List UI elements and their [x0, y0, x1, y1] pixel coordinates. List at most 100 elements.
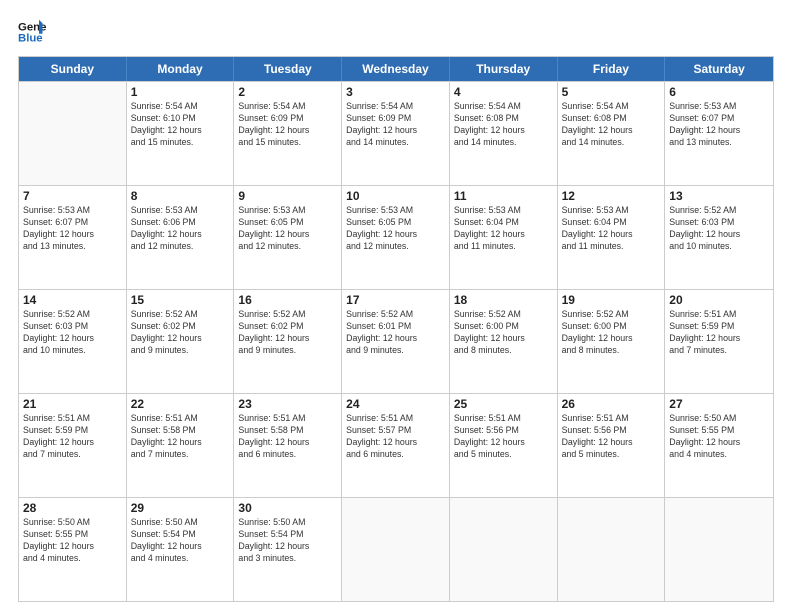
cal-cell: 22 Sunrise: 5:51 AM Sunset: 5:58 PM Dayli… — [127, 394, 235, 497]
day-number: 22 — [131, 397, 230, 411]
day-info: Sunrise: 5:52 AM Sunset: 6:02 PM Dayligh… — [131, 309, 230, 357]
day-header-tuesday: Tuesday — [234, 57, 342, 81]
day-number: 5 — [562, 85, 661, 99]
day-number: 4 — [454, 85, 553, 99]
week-row-3: 14 Sunrise: 5:52 AM Sunset: 6:03 PM Dayli… — [19, 289, 773, 393]
cal-cell: 12 Sunrise: 5:53 AM Sunset: 6:04 PM Dayli… — [558, 186, 666, 289]
cal-cell: 30 Sunrise: 5:50 AM Sunset: 5:54 PM Dayli… — [234, 498, 342, 601]
day-info: Sunrise: 5:52 AM Sunset: 6:00 PM Dayligh… — [454, 309, 553, 357]
calendar-body: 1 Sunrise: 5:54 AM Sunset: 6:10 PM Daylig… — [19, 81, 773, 601]
day-info: Sunrise: 5:51 AM Sunset: 5:57 PM Dayligh… — [346, 413, 445, 461]
cal-cell: 19 Sunrise: 5:52 AM Sunset: 6:00 PM Dayli… — [558, 290, 666, 393]
day-number: 26 — [562, 397, 661, 411]
cal-cell: 7 Sunrise: 5:53 AM Sunset: 6:07 PM Daylig… — [19, 186, 127, 289]
day-info: Sunrise: 5:51 AM Sunset: 5:59 PM Dayligh… — [669, 309, 769, 357]
day-info: Sunrise: 5:50 AM Sunset: 5:54 PM Dayligh… — [238, 517, 337, 565]
cal-cell: 17 Sunrise: 5:52 AM Sunset: 6:01 PM Dayli… — [342, 290, 450, 393]
cal-cell: 15Sunrise: 5:52 AM Sunset: 6:02 PM Dayli… — [127, 290, 235, 393]
day-info: Sunrise: 5:53 AM Sunset: 6:07 PM Dayligh… — [669, 101, 769, 149]
day-number: 29 — [131, 501, 230, 515]
day-number: 17 — [346, 293, 445, 307]
day-header-wednesday: Wednesday — [342, 57, 450, 81]
day-number: 3 — [346, 85, 445, 99]
day-info: Sunrise: 5:51 AM Sunset: 5:56 PM Dayligh… — [454, 413, 553, 461]
day-info: Sunrise: 5:51 AM Sunset: 5:58 PM Dayligh… — [131, 413, 230, 461]
day-info: Sunrise: 5:54 AM Sunset: 6:10 PM Dayligh… — [131, 101, 230, 149]
day-header-sunday: Sunday — [19, 57, 127, 81]
cal-cell: 21 Sunrise: 5:51 AM Sunset: 5:59 PM Dayli… — [19, 394, 127, 497]
day-number: 14 — [23, 293, 122, 307]
cal-cell: 11Sunrise: 5:53 AM Sunset: 6:04 PM Dayli… — [450, 186, 558, 289]
cal-cell: 5Sunrise: 5:54 AM Sunset: 6:08 PM Daylig… — [558, 82, 666, 185]
week-row-5: 28 Sunrise: 5:50 AM Sunset: 5:55 PM Dayli… — [19, 497, 773, 601]
day-info: Sunrise: 5:53 AM Sunset: 6:07 PM Dayligh… — [23, 205, 122, 253]
day-info: Sunrise: 5:52 AM Sunset: 6:03 PM Dayligh… — [23, 309, 122, 357]
day-info: Sunrise: 5:51 AM Sunset: 5:56 PM Dayligh… — [562, 413, 661, 461]
header: General Blue — [18, 18, 774, 46]
day-info: Sunrise: 5:54 AM Sunset: 6:09 PM Dayligh… — [238, 101, 337, 149]
day-number: 28 — [23, 501, 122, 515]
cal-cell — [558, 498, 666, 601]
cal-cell: 3 Sunrise: 5:54 AM Sunset: 6:09 PM Daylig… — [342, 82, 450, 185]
cal-cell: 23 Sunrise: 5:51 AM Sunset: 5:58 PM Dayli… — [234, 394, 342, 497]
cal-cell: 27 Sunrise: 5:50 AM Sunset: 5:55 PM Dayli… — [665, 394, 773, 497]
cal-cell — [450, 498, 558, 601]
day-info: Sunrise: 5:54 AM Sunset: 6:09 PM Dayligh… — [346, 101, 445, 149]
cal-cell: 24 Sunrise: 5:51 AM Sunset: 5:57 PM Dayli… — [342, 394, 450, 497]
day-info: Sunrise: 5:50 AM Sunset: 5:55 PM Dayligh… — [669, 413, 769, 461]
day-number: 18 — [454, 293, 553, 307]
day-number: 13 — [669, 189, 769, 203]
cal-cell: 28 Sunrise: 5:50 AM Sunset: 5:55 PM Dayli… — [19, 498, 127, 601]
logo: General Blue — [18, 18, 52, 46]
day-info: Sunrise: 5:51 AM Sunset: 5:59 PM Dayligh… — [23, 413, 122, 461]
cal-cell: 9 Sunrise: 5:53 AM Sunset: 6:05 PM Daylig… — [234, 186, 342, 289]
day-number: 11 — [454, 189, 553, 203]
day-info: Sunrise: 5:50 AM Sunset: 5:55 PM Dayligh… — [23, 517, 122, 565]
day-number: 12 — [562, 189, 661, 203]
day-header-saturday: Saturday — [665, 57, 773, 81]
cal-cell: 18 Sunrise: 5:52 AM Sunset: 6:00 PM Dayli… — [450, 290, 558, 393]
week-row-2: 7 Sunrise: 5:53 AM Sunset: 6:07 PM Daylig… — [19, 185, 773, 289]
day-number: 10 — [346, 189, 445, 203]
cal-cell: 16 Sunrise: 5:52 AM Sunset: 6:02 PM Dayli… — [234, 290, 342, 393]
cal-cell: 14 Sunrise: 5:52 AM Sunset: 6:03 PM Dayli… — [19, 290, 127, 393]
day-info: Sunrise: 5:53 AM Sunset: 6:05 PM Dayligh… — [238, 205, 337, 253]
day-number: 21 — [23, 397, 122, 411]
day-info: Sunrise: 5:52 AM Sunset: 6:01 PM Dayligh… — [346, 309, 445, 357]
day-number: 16 — [238, 293, 337, 307]
week-row-4: 21 Sunrise: 5:51 AM Sunset: 5:59 PM Dayli… — [19, 393, 773, 497]
cal-cell: 20 Sunrise: 5:51 AM Sunset: 5:59 PM Dayli… — [665, 290, 773, 393]
day-header-friday: Friday — [558, 57, 666, 81]
day-number: 24 — [346, 397, 445, 411]
day-info: Sunrise: 5:53 AM Sunset: 6:04 PM Dayligh… — [562, 205, 661, 253]
cal-cell — [342, 498, 450, 601]
day-info: Sunrise: 5:50 AM Sunset: 5:54 PM Dayligh… — [131, 517, 230, 565]
day-info: Sunrise: 5:53 AM Sunset: 6:06 PM Dayligh… — [131, 205, 230, 253]
day-info: Sunrise: 5:53 AM Sunset: 6:05 PM Dayligh… — [346, 205, 445, 253]
day-number: 9 — [238, 189, 337, 203]
cal-cell: 4Sunrise: 5:54 AM Sunset: 6:08 PM Daylig… — [450, 82, 558, 185]
cal-cell: 10 Sunrise: 5:53 AM Sunset: 6:05 PM Dayli… — [342, 186, 450, 289]
cal-cell: 26 Sunrise: 5:51 AM Sunset: 5:56 PM Dayli… — [558, 394, 666, 497]
cal-cell: 6Sunrise: 5:53 AM Sunset: 6:07 PM Daylig… — [665, 82, 773, 185]
day-info: Sunrise: 5:52 AM Sunset: 6:02 PM Dayligh… — [238, 309, 337, 357]
day-number: 30 — [238, 501, 337, 515]
day-header-thursday: Thursday — [450, 57, 558, 81]
day-info: Sunrise: 5:51 AM Sunset: 5:58 PM Dayligh… — [238, 413, 337, 461]
day-info: Sunrise: 5:52 AM Sunset: 6:00 PM Dayligh… — [562, 309, 661, 357]
day-number: 23 — [238, 397, 337, 411]
page: General Blue SundayMondayTuesdayWednesda… — [0, 0, 792, 612]
calendar-header-row: SundayMondayTuesdayWednesdayThursdayFrid… — [19, 57, 773, 81]
logo-icon: General Blue — [18, 18, 46, 46]
day-number: 19 — [562, 293, 661, 307]
day-number: 7 — [23, 189, 122, 203]
cal-cell: 8Sunrise: 5:53 AM Sunset: 6:06 PM Daylig… — [127, 186, 235, 289]
cal-cell: 2Sunrise: 5:54 AM Sunset: 6:09 PM Daylig… — [234, 82, 342, 185]
day-number: 20 — [669, 293, 769, 307]
cal-cell: 1 Sunrise: 5:54 AM Sunset: 6:10 PM Daylig… — [127, 82, 235, 185]
day-number: 1 — [131, 85, 230, 99]
day-number: 27 — [669, 397, 769, 411]
cal-cell — [19, 82, 127, 185]
day-header-monday: Monday — [127, 57, 235, 81]
calendar: SundayMondayTuesdayWednesdayThursdayFrid… — [18, 56, 774, 602]
